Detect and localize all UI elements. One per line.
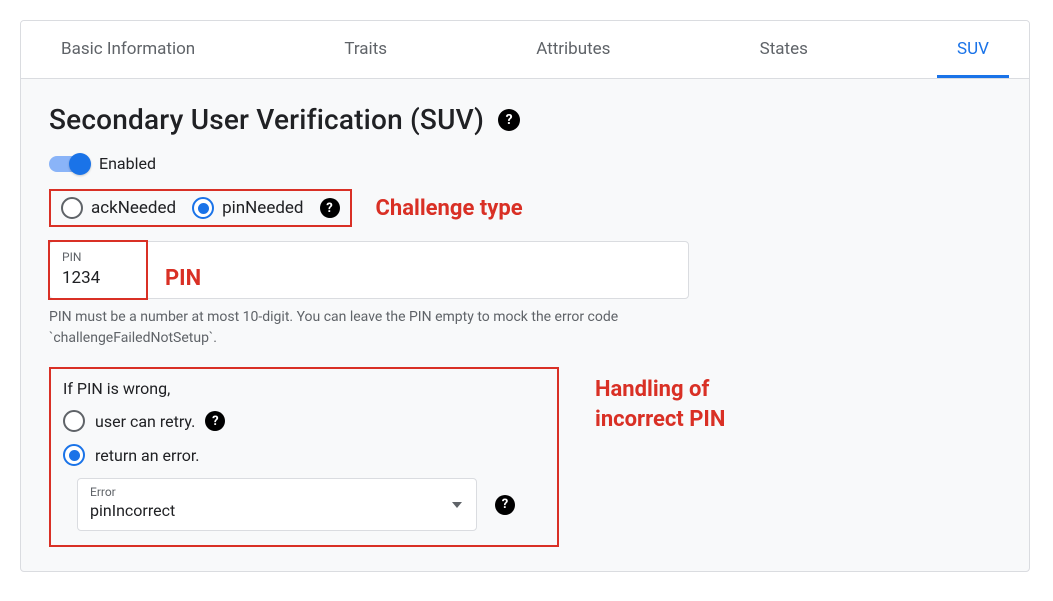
challenge-type-annotation: Challenge type	[376, 196, 523, 221]
error-select-row: Error pinIncorrect ?	[77, 478, 545, 531]
radio-pin-needed-row: pinNeeded	[192, 197, 303, 219]
pin-helper-text: PIN must be a number at most 10-digit. Y…	[49, 307, 689, 349]
handling-annotation-line1: Handling of	[595, 375, 725, 405]
handling-annotation: Handling of incorrect PIN	[595, 367, 725, 434]
pin-row: PIN PIN	[49, 241, 1001, 299]
handling-callout-box: If PIN is wrong, user can retry. ? retur…	[49, 367, 559, 547]
page-title-row: Secondary User Verification (SUV) ?	[49, 103, 1001, 136]
error-select-label: Error	[90, 485, 464, 499]
app-window: Basic Information Traits Attributes Stat…	[20, 20, 1030, 572]
help-icon[interactable]: ?	[498, 109, 520, 131]
tab-states[interactable]: States	[740, 21, 828, 78]
radio-ack-needed[interactable]	[61, 197, 83, 219]
pin-annotation: PIN	[165, 266, 201, 291]
tab-bar: Basic Information Traits Attributes Stat…	[21, 21, 1029, 79]
help-icon[interactable]: ?	[495, 495, 515, 515]
tab-attributes[interactable]: Attributes	[516, 21, 630, 78]
enabled-toggle-row: Enabled	[49, 154, 1001, 173]
handling-prompt: If PIN is wrong,	[63, 379, 545, 398]
enabled-toggle[interactable]	[49, 156, 89, 172]
content-area: Secondary User Verification (SUV) ? Enab…	[21, 79, 1029, 571]
chevron-down-icon	[452, 502, 462, 508]
error-select[interactable]: Error pinIncorrect	[77, 478, 477, 531]
enabled-label: Enabled	[99, 154, 156, 173]
help-icon[interactable]: ?	[205, 411, 225, 431]
challenge-type-callout: ackNeeded pinNeeded ?	[49, 189, 352, 227]
help-icon[interactable]: ?	[320, 198, 340, 218]
radio-user-can-retry-label: user can retry.	[95, 412, 195, 431]
radio-return-error[interactable]	[63, 444, 85, 466]
radio-retry-row: user can retry. ?	[63, 410, 545, 432]
challenge-type-row: ackNeeded pinNeeded ? Challenge type	[49, 189, 1001, 227]
error-select-value: pinIncorrect	[90, 501, 464, 520]
tab-traits[interactable]: Traits	[324, 21, 407, 78]
radio-pin-needed[interactable]	[192, 197, 214, 219]
tab-suv[interactable]: SUV	[937, 21, 1009, 78]
radio-ack-needed-label: ackNeeded	[91, 198, 176, 218]
handling-row: If PIN is wrong, user can retry. ? retur…	[49, 367, 1001, 547]
radio-ack-needed-row: ackNeeded	[61, 197, 176, 219]
tab-basic-information[interactable]: Basic Information	[41, 21, 215, 78]
pin-input[interactable]	[62, 268, 676, 288]
handling-annotation-line2: incorrect PIN	[595, 405, 725, 435]
radio-pin-needed-label: pinNeeded	[222, 198, 303, 218]
pin-field-label: PIN	[62, 250, 676, 264]
radio-return-error-label: return an error.	[95, 446, 200, 465]
page-title: Secondary User Verification (SUV)	[49, 103, 484, 136]
pin-field: PIN PIN	[49, 241, 689, 299]
radio-error-row: return an error.	[63, 444, 545, 466]
radio-user-can-retry[interactable]	[63, 410, 85, 432]
